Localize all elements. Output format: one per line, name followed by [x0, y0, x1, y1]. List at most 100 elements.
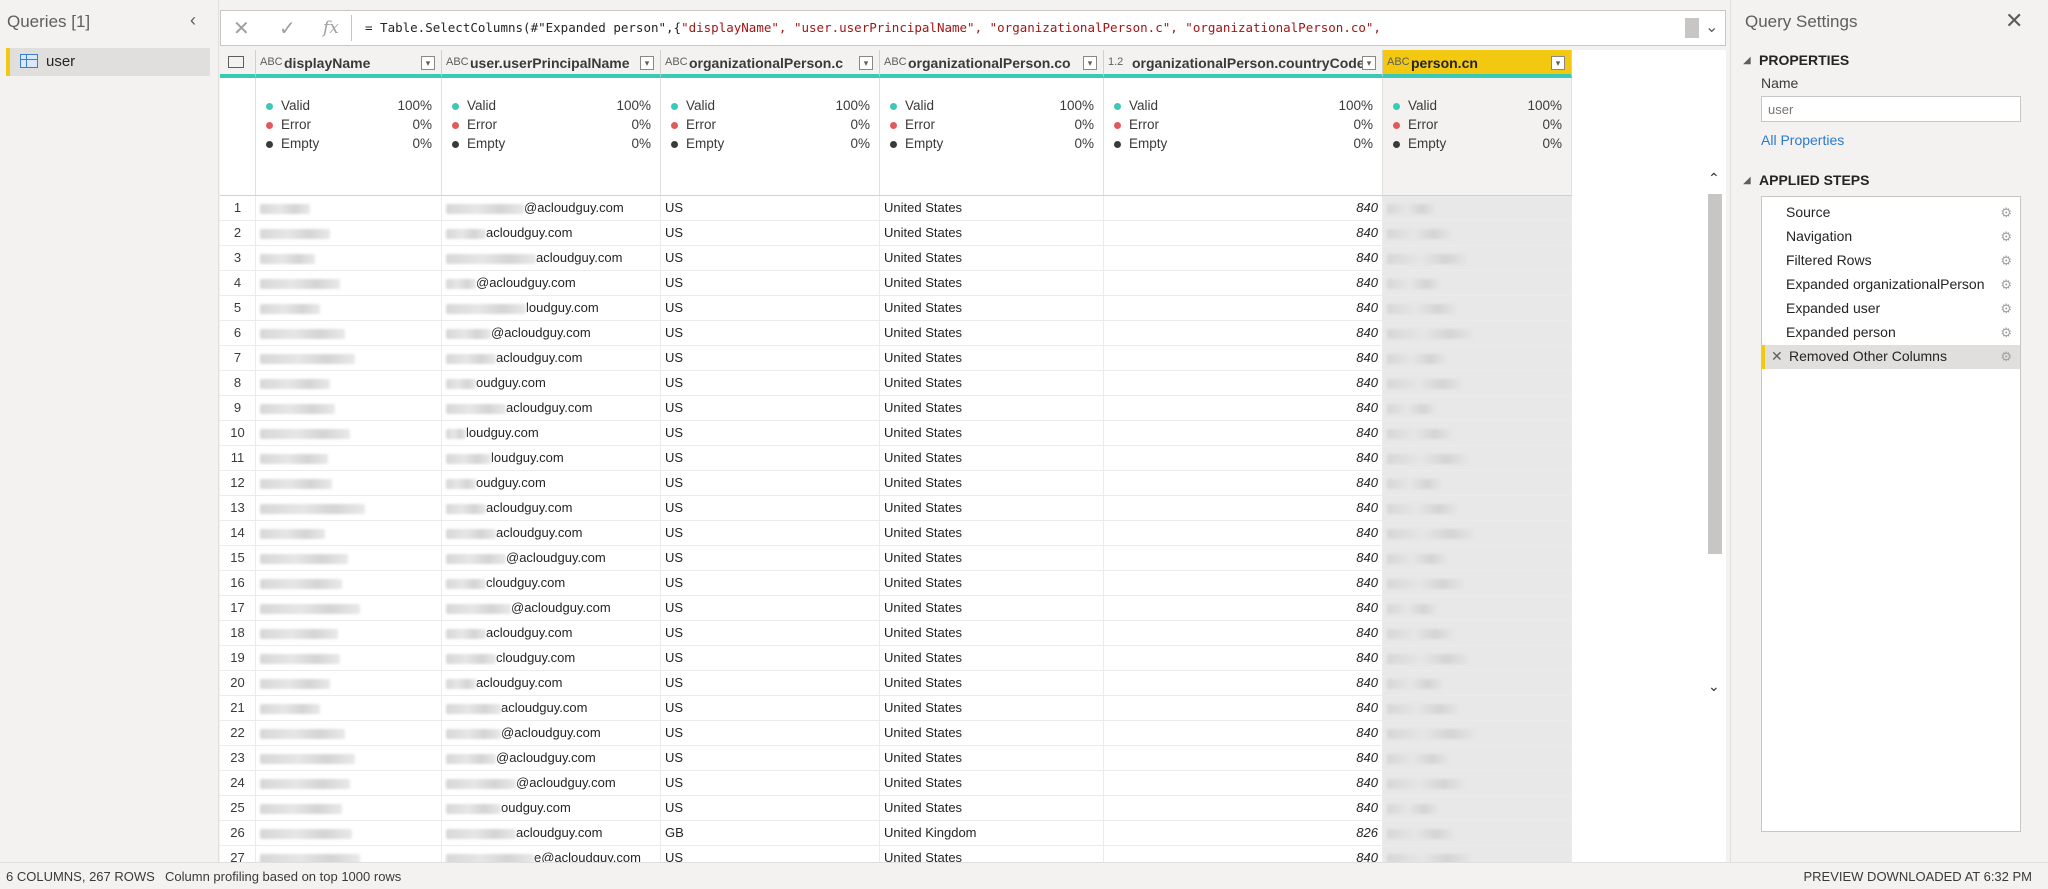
country-name-cell[interactable]: United States — [880, 371, 1104, 396]
table-row[interactable]: 9 acloudguy.com US United States 840 — [220, 396, 1572, 421]
user-principal-name-cell[interactable]: acloudguy.com — [442, 671, 661, 696]
country-numeric-code-cell[interactable]: 840 — [1104, 796, 1383, 821]
table-row[interactable]: 5 loudguy.com US United States 840 — [220, 296, 1572, 321]
applied-step[interactable]: ✕ Removed Other Columns ⚙ — [1762, 345, 2020, 369]
person-cn-cell[interactable] — [1383, 621, 1572, 646]
country-name-cell[interactable]: United States — [880, 496, 1104, 521]
country-numeric-code-cell[interactable]: 840 — [1104, 396, 1383, 421]
table-row[interactable]: 18 acloudguy.com US United States 840 — [220, 621, 1572, 646]
person-cn-cell[interactable] — [1383, 821, 1572, 846]
country-numeric-code-cell[interactable]: 840 — [1104, 646, 1383, 671]
country-code-cell[interactable]: US — [661, 546, 880, 571]
country-code-cell[interactable]: US — [661, 221, 880, 246]
column-header[interactable]: ABC displayName ▾ — [256, 50, 442, 78]
applied-step[interactable]: Navigation ⚙ — [1762, 225, 2020, 249]
country-name-cell[interactable]: United States — [880, 571, 1104, 596]
user-principal-name-cell[interactable]: acloudguy.com — [442, 396, 661, 421]
country-name-cell[interactable]: United States — [880, 671, 1104, 696]
country-name-cell[interactable]: United States — [880, 221, 1104, 246]
country-numeric-code-cell[interactable]: 840 — [1104, 521, 1383, 546]
table-row[interactable]: 3 acloudguy.com US United States 840 — [220, 246, 1572, 271]
country-numeric-code-cell[interactable]: 840 — [1104, 371, 1383, 396]
country-name-cell[interactable]: United States — [880, 521, 1104, 546]
display-name-cell[interactable] — [256, 446, 442, 471]
person-cn-cell[interactable] — [1383, 471, 1572, 496]
table-row[interactable]: 16 cloudguy.com US United States 840 — [220, 571, 1572, 596]
filter-dropdown-icon[interactable]: ▾ — [1083, 56, 1097, 70]
display-name-cell[interactable] — [256, 721, 442, 746]
country-code-cell[interactable]: US — [661, 396, 880, 421]
applied-step[interactable]: Source ⚙ — [1762, 201, 2020, 225]
country-code-cell[interactable]: US — [661, 296, 880, 321]
country-name-cell[interactable]: United States — [880, 421, 1104, 446]
column-header[interactable]: ABC organizationalPerson.c ▾ — [661, 50, 880, 78]
country-code-cell[interactable]: US — [661, 271, 880, 296]
display-name-cell[interactable] — [256, 796, 442, 821]
column-type-icon[interactable]: ABC — [1387, 56, 1410, 68]
gear-icon[interactable]: ⚙ — [2000, 249, 2012, 272]
user-principal-name-cell[interactable]: cloudguy.com — [442, 571, 661, 596]
gear-icon[interactable]: ⚙ — [2000, 225, 2012, 248]
person-cn-cell[interactable] — [1383, 571, 1572, 596]
display-name-cell[interactable] — [256, 371, 442, 396]
person-cn-cell[interactable] — [1383, 446, 1572, 471]
person-cn-cell[interactable] — [1383, 221, 1572, 246]
country-name-cell[interactable]: United States — [880, 321, 1104, 346]
query-item-user[interactable]: user — [6, 48, 210, 76]
user-principal-name-cell[interactable]: acloudguy.com — [442, 346, 661, 371]
table-row[interactable]: 14 acloudguy.com US United States 840 — [220, 521, 1572, 546]
user-principal-name-cell[interactable]: @acloudguy.com — [442, 321, 661, 346]
display-name-cell[interactable] — [256, 346, 442, 371]
display-name-cell[interactable] — [256, 196, 442, 221]
person-cn-cell[interactable] — [1383, 396, 1572, 421]
applied-step[interactable]: Expanded person ⚙ — [1762, 321, 2020, 345]
formula-input[interactable]: = Table.SelectColumns(#"Expanded person"… — [365, 20, 1381, 35]
table-row[interactable]: 24 @acloudguy.com US United States 840 — [220, 771, 1572, 796]
country-numeric-code-cell[interactable]: 826 — [1104, 821, 1383, 846]
gear-icon[interactable]: ⚙ — [2000, 201, 2012, 224]
country-numeric-code-cell[interactable]: 840 — [1104, 221, 1383, 246]
display-name-cell[interactable] — [256, 821, 442, 846]
table-row[interactable]: 12 oudguy.com US United States 840 — [220, 471, 1572, 496]
user-principal-name-cell[interactable]: cloudguy.com — [442, 646, 661, 671]
country-name-cell[interactable]: United States — [880, 746, 1104, 771]
country-numeric-code-cell[interactable]: 840 — [1104, 771, 1383, 796]
table-row[interactable]: 2 acloudguy.com US United States 840 — [220, 221, 1572, 246]
table-row[interactable]: 8 oudguy.com US United States 840 — [220, 371, 1572, 396]
table-row[interactable]: 23 @acloudguy.com US United States 840 — [220, 746, 1572, 771]
country-code-cell[interactable]: US — [661, 346, 880, 371]
country-code-cell[interactable]: US — [661, 646, 880, 671]
country-code-cell[interactable]: US — [661, 421, 880, 446]
country-code-cell[interactable]: US — [661, 471, 880, 496]
country-code-cell[interactable]: US — [661, 371, 880, 396]
scroll-up-icon[interactable]: ⌃ — [1708, 170, 1720, 187]
country-name-cell[interactable]: United States — [880, 771, 1104, 796]
display-name-cell[interactable] — [256, 546, 442, 571]
user-principal-name-cell[interactable]: acloudguy.com — [442, 221, 661, 246]
country-numeric-code-cell[interactable]: 840 — [1104, 346, 1383, 371]
column-type-icon[interactable]: ABC — [260, 56, 283, 68]
country-name-cell[interactable]: United States — [880, 296, 1104, 321]
country-numeric-code-cell[interactable]: 840 — [1104, 696, 1383, 721]
display-name-cell[interactable] — [256, 696, 442, 721]
user-principal-name-cell[interactable]: acloudguy.com — [442, 521, 661, 546]
user-principal-name-cell[interactable]: acloudguy.com — [442, 621, 661, 646]
scroll-down-icon[interactable]: ⌄ — [1708, 678, 1720, 695]
filter-dropdown-icon[interactable]: ▾ — [1362, 56, 1376, 70]
display-name-cell[interactable] — [256, 221, 442, 246]
user-principal-name-cell[interactable]: @acloudguy.com — [442, 271, 661, 296]
applied-step[interactable]: Filtered Rows ⚙ — [1762, 249, 2020, 273]
country-name-cell[interactable]: United States — [880, 846, 1104, 862]
country-numeric-code-cell[interactable]: 840 — [1104, 196, 1383, 221]
person-cn-cell[interactable] — [1383, 496, 1572, 521]
collapse-properties-icon[interactable]: ◢ — [1743, 55, 1751, 66]
country-numeric-code-cell[interactable]: 840 — [1104, 671, 1383, 696]
display-name-cell[interactable] — [256, 846, 442, 862]
country-code-cell[interactable]: US — [661, 246, 880, 271]
country-code-cell[interactable]: US — [661, 596, 880, 621]
country-name-cell[interactable]: United States — [880, 246, 1104, 271]
column-header[interactable]: ABC organizationalPerson.co ▾ — [880, 50, 1104, 78]
country-code-cell[interactable]: US — [661, 771, 880, 796]
table-row[interactable]: 17 @acloudguy.com US United States 840 — [220, 596, 1572, 621]
table-row[interactable]: 19 cloudguy.com US United States 840 — [220, 646, 1572, 671]
